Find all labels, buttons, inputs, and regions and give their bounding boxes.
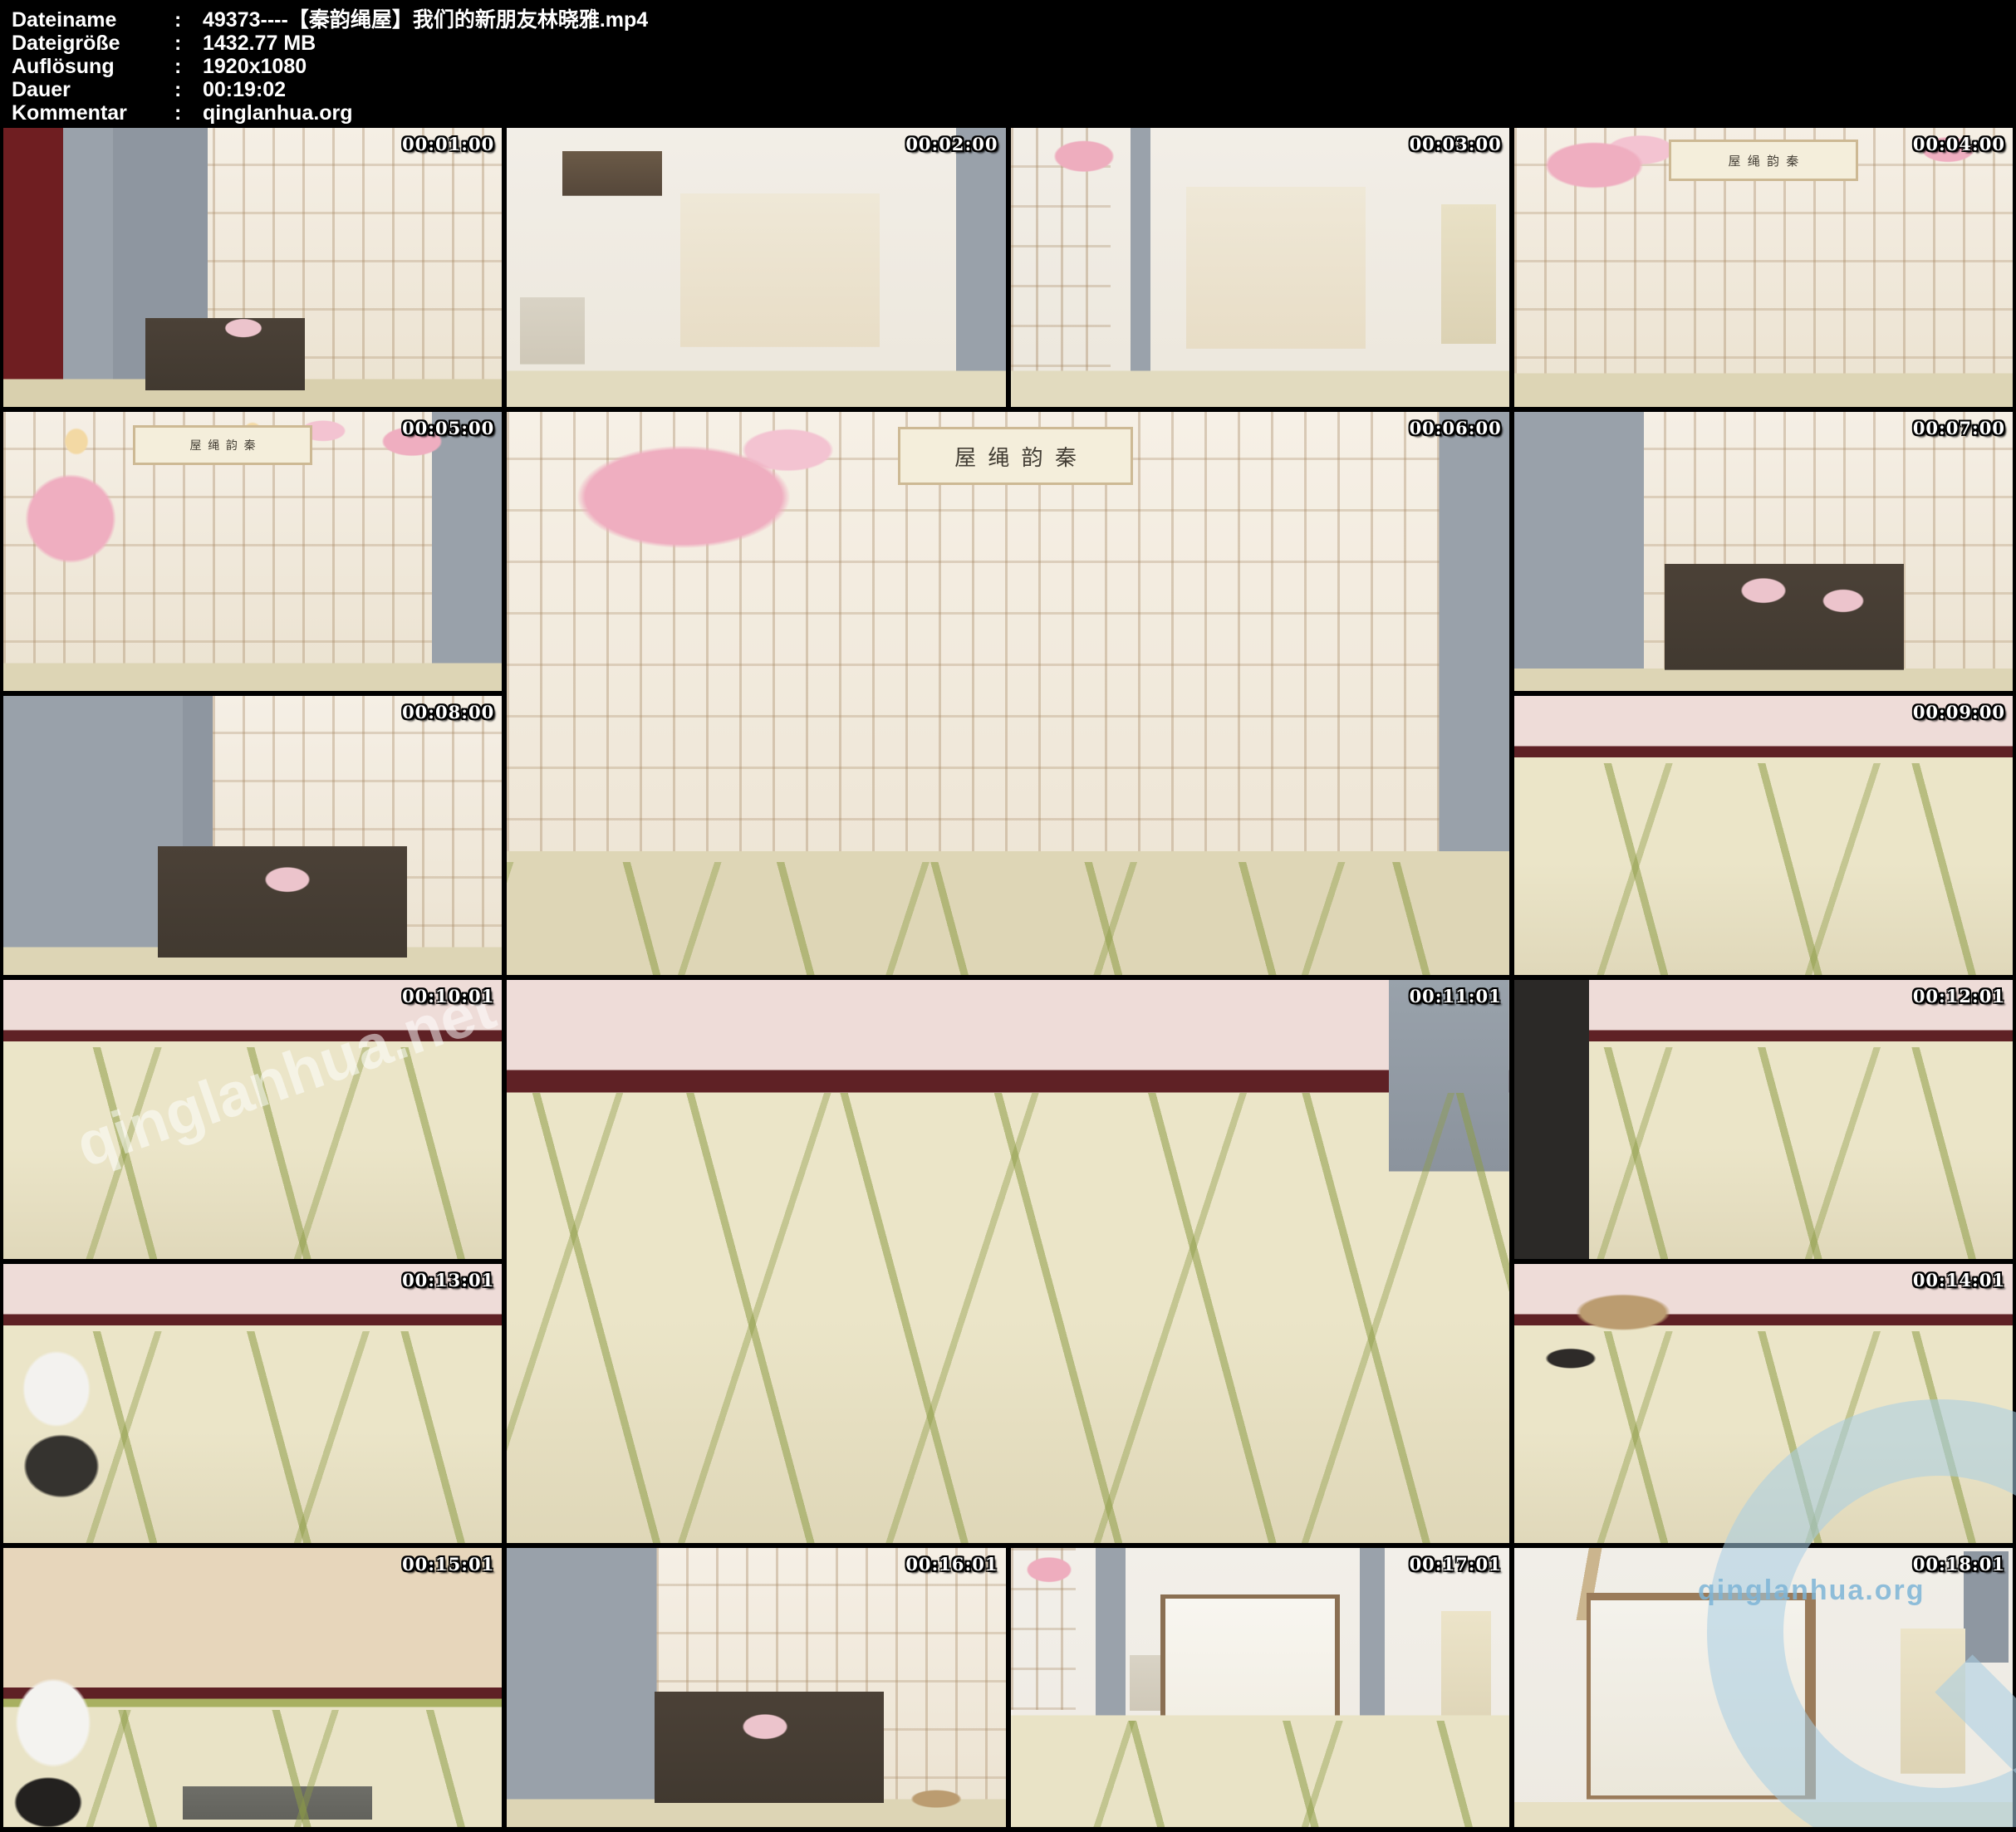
comment-value: qinglanhua.org bbox=[203, 101, 2016, 125]
timestamp-overlay: 00:03:00 bbox=[1410, 134, 1502, 154]
timestamp-overlay: 00:13:01 bbox=[402, 1270, 494, 1291]
timestamp-overlay: 00:11:01 bbox=[1410, 986, 1502, 1007]
timestamp-overlay: 00:14:01 bbox=[1913, 1270, 2005, 1291]
field-separator: : bbox=[174, 101, 203, 125]
file-info-row: Auflösung : 1920x1080 bbox=[12, 55, 2016, 78]
timestamp-overlay: 00:06:00 bbox=[1410, 418, 1502, 438]
field-separator: : bbox=[174, 32, 203, 55]
timestamp-overlay: 00:16:01 bbox=[905, 1554, 998, 1575]
field-label: Dauer bbox=[12, 78, 174, 101]
video-thumbnail-16: 00:16:01 bbox=[507, 1548, 1005, 1827]
video-thumbnail-15: 00:15:01 bbox=[3, 1548, 502, 1827]
timestamp-overlay: 00:18:01 bbox=[1913, 1554, 2005, 1575]
file-info-header: Dateiname : 49373----【秦韵绳屋】我们的新朋友林晓雅.mp4… bbox=[0, 0, 2016, 128]
timestamp-overlay: 00:10:01 bbox=[402, 986, 494, 1007]
field-separator: : bbox=[174, 55, 203, 78]
timestamp-overlay: 00:08:00 bbox=[402, 702, 494, 723]
file-info-row: Dateigröße : 1432.77 MB bbox=[12, 32, 2016, 55]
video-thumbnail-17: 00:17:01 bbox=[1011, 1548, 1509, 1827]
video-thumbnail-9: 00:09:00 bbox=[1514, 696, 2013, 975]
video-thumbnail-14: 00:14:01 bbox=[1514, 1264, 2013, 1543]
timestamp-overlay: 00:02:00 bbox=[905, 134, 998, 154]
duration-value: 00:19:02 bbox=[203, 78, 2016, 101]
video-thumbnail-3: 00:03:00 bbox=[1011, 128, 1509, 407]
timestamp-overlay: 00:17:01 bbox=[1410, 1554, 1502, 1575]
field-label: Kommentar bbox=[12, 101, 174, 125]
timestamp-overlay: 00:04:00 bbox=[1913, 134, 2005, 154]
file-info-row: Dauer : 00:19:02 bbox=[12, 78, 2016, 101]
video-thumbnail-13: 00:13:01 bbox=[3, 1264, 502, 1543]
calligraphy-banner: 屋绳韵秦 bbox=[898, 427, 1133, 485]
video-thumbnail-12: 00:12:01 bbox=[1514, 980, 2013, 1259]
video-thumbnail-5: 屋绳韵秦 00:05:00 bbox=[3, 412, 502, 691]
contact-sheet: { "header": { "separator": ":", "fields"… bbox=[0, 0, 2016, 1832]
video-thumbnail-1: 00:01:00 bbox=[3, 128, 502, 407]
calligraphy-banner: 屋绳韵秦 bbox=[133, 425, 312, 465]
field-label: Dateiname bbox=[12, 8, 174, 32]
field-label: Dateigröße bbox=[12, 32, 174, 55]
timestamp-overlay: 00:05:00 bbox=[402, 418, 494, 438]
filesize-value: 1432.77 MB bbox=[203, 32, 2016, 55]
timestamp-overlay: 00:07:00 bbox=[1913, 418, 2005, 438]
video-thumbnail-2: 00:02:00 bbox=[507, 128, 1005, 407]
video-thumbnail-8: 00:08:00 bbox=[3, 696, 502, 975]
video-thumbnail-6-large: 屋绳韵秦 00:06:00 bbox=[507, 412, 1509, 975]
timestamp-overlay: 00:12:01 bbox=[1913, 986, 2005, 1007]
field-separator: : bbox=[174, 78, 203, 101]
video-thumbnail-10: 00:10:01 bbox=[3, 980, 502, 1259]
thumbnail-grid: 00:01:00 00:02:00 00:03:00 屋绳韵秦 00:04:00… bbox=[3, 128, 2013, 1827]
thumbnail-grid-wrapper: 00:01:00 00:02:00 00:03:00 屋绳韵秦 00:04:00… bbox=[0, 128, 2016, 1827]
timestamp-overlay: 00:01:00 bbox=[402, 134, 494, 154]
video-thumbnail-18: 00:18:01 bbox=[1514, 1548, 2013, 1827]
filename-value: 49373----【秦韵绳屋】我们的新朋友林晓雅.mp4 bbox=[203, 8, 2016, 32]
timestamp-overlay: 00:09:00 bbox=[1913, 702, 2005, 723]
resolution-value: 1920x1080 bbox=[203, 55, 2016, 78]
timestamp-overlay: 00:15:01 bbox=[402, 1554, 494, 1575]
video-thumbnail-11-large: 00:11:01 bbox=[507, 980, 1509, 1543]
file-info-row: Dateiname : 49373----【秦韵绳屋】我们的新朋友林晓雅.mp4 bbox=[12, 8, 2016, 32]
file-info-row: Kommentar : qinglanhua.org bbox=[12, 101, 2016, 125]
field-separator: : bbox=[174, 8, 203, 32]
calligraphy-banner: 屋绳韵秦 bbox=[1669, 140, 1858, 181]
field-label: Auflösung bbox=[12, 55, 174, 78]
video-thumbnail-4: 屋绳韵秦 00:04:00 bbox=[1514, 128, 2013, 407]
video-thumbnail-7: 00:07:00 bbox=[1514, 412, 2013, 691]
